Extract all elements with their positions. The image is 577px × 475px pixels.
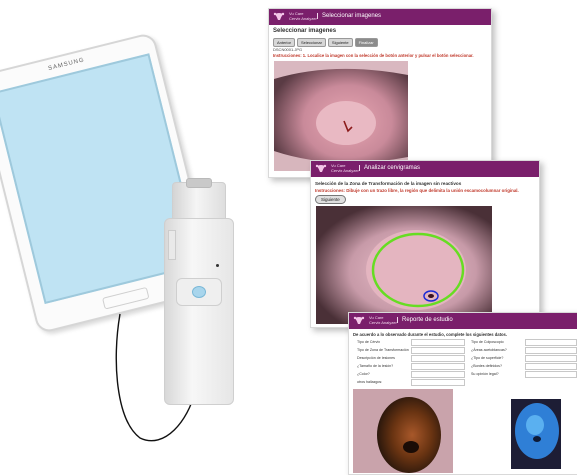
select-button[interactable]: Seleccionar (297, 38, 326, 47)
page-heading: Seleccionar imagenes (273, 28, 337, 34)
uterus-logo-icon (353, 316, 365, 324)
header-title: Seleccionar imagenes (317, 13, 381, 19)
form-input[interactable] (525, 355, 577, 362)
app-name: Vu Care Cervix Analyzer (289, 11, 317, 21)
instruction-text: Instrucciones: 1. Localice la imagen con… (273, 53, 474, 58)
app-header: Vu Care Cervix Analyzer Seleccionar image… (269, 9, 491, 25)
cervix-roi-image[interactable] (316, 206, 492, 324)
form-label: Tipo de Cérvix (357, 340, 381, 344)
form-label: ¿Color? (357, 372, 370, 376)
form-label: ¿Tipo de superficie? (471, 356, 504, 360)
form-label: ¿Áreas acetoblancas? (471, 348, 507, 352)
form-title: De acuerdo a lo observado durante el est… (353, 332, 508, 337)
form-label: Su opinión legal? (471, 372, 499, 376)
device-clip (168, 230, 176, 260)
uterus-logo-icon (315, 164, 327, 172)
form-label: Tipo de Colposcopio (471, 340, 504, 344)
device-lens (186, 178, 212, 188)
form-input[interactable] (411, 347, 465, 354)
header-title: Reporte de estudio (397, 317, 453, 323)
form-input[interactable] (525, 371, 577, 378)
form-input[interactable] (525, 347, 577, 354)
form-input[interactable] (411, 339, 465, 346)
uterus-logo-icon (273, 12, 285, 20)
cervix-image (274, 61, 408, 171)
previous-button[interactable]: Anterior (273, 38, 296, 47)
instruction-text: Instrucciones: Dibuje con un trazo libre… (315, 188, 519, 193)
app-header: Vu Care Cervix Analyzer Analizar cervigra… (311, 161, 539, 177)
form-label: ¿Tamaño de la lesión? (357, 364, 394, 368)
form-input[interactable] (411, 355, 465, 362)
screen-analyze-cervigrams: Vu Care Cervix Analyzer Analizar cervigra… (310, 160, 540, 328)
image-filename: DSCN0001.JPG (273, 47, 303, 52)
image-nav-buttons: Anterior Seleccionar Siguiente Finalizar (273, 38, 378, 47)
header-title: Analizar cervigramas (359, 165, 420, 171)
app-name: Vu Care Cervix Analyzer (369, 315, 397, 325)
app-name: Vu Care Cervix Analyzer (331, 163, 359, 173)
form-label: Descripción de lesiones (357, 356, 395, 360)
form-input[interactable] (411, 371, 465, 378)
device-indicator-light (216, 264, 219, 267)
app-header: Vu Care Cervix Analyzer Reporte de estudi… (349, 313, 577, 329)
cervix-image-acetic (353, 389, 453, 473)
form-input[interactable] (411, 379, 465, 386)
form-label: Tipo de Zona de Transformación (357, 348, 409, 352)
cervix-image-lugol (511, 399, 561, 469)
next-button[interactable]: Siguiente (327, 38, 353, 47)
screen-study-report: Vu Care Cervix Analyzer Reporte de estudi… (348, 312, 577, 475)
form-input[interactable] (525, 363, 577, 370)
next-button[interactable]: Siguiente (315, 195, 346, 204)
form-label: otros hallazgos: (357, 380, 383, 384)
page-heading: Selección de la Zona de Transformación d… (315, 181, 462, 186)
form-input[interactable] (411, 363, 465, 370)
device-capture-button (192, 286, 206, 298)
form-input[interactable] (525, 339, 577, 346)
finish-button[interactable]: Finalizar (354, 38, 378, 47)
screen-select-images: Vu Care Cervix Analyzer Seleccionar image… (268, 8, 492, 178)
form-label: ¿Bordes definidos? (471, 364, 502, 368)
colposcope-device (158, 178, 238, 408)
